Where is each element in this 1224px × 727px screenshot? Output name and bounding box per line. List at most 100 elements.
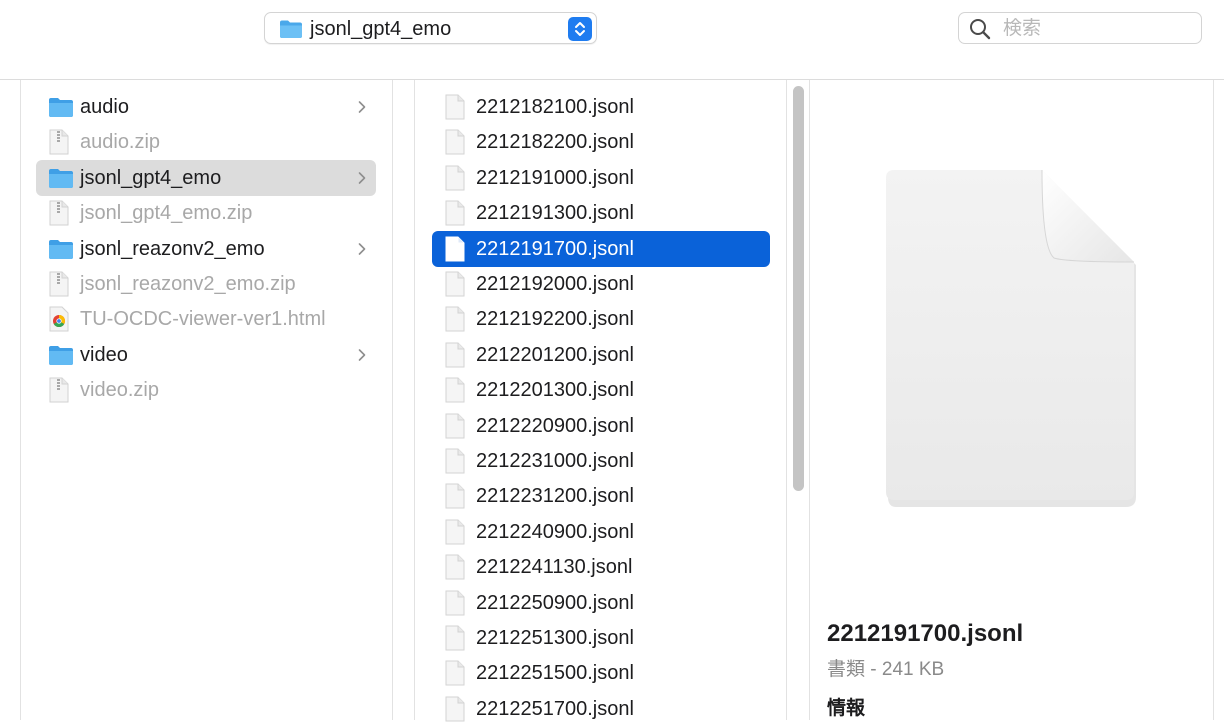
item-name: 2212231200.jsonl [476, 485, 634, 508]
folder-row[interactable]: jsonl_gpt4_emo [36, 159, 376, 196]
preview-kind-size: 書類 - 241 KB [827, 659, 945, 680]
item-name: jsonl_gpt4_emo.zip [80, 202, 253, 225]
file-row[interactable]: 2212251300.jsonl [432, 620, 770, 656]
document-icon [444, 377, 466, 408]
item-name: video [80, 343, 128, 366]
folder-icon [48, 96, 74, 123]
document-icon [444, 200, 466, 231]
item-name: jsonl_gpt4_emo [80, 166, 222, 189]
item-name: TU-OCDC-viewer-ver1.html [80, 308, 326, 331]
file-row[interactable]: 2212192000.jsonl [432, 266, 770, 302]
document-icon [444, 625, 466, 656]
file-row[interactable]: 2212201200.jsonl [432, 337, 770, 373]
item-name: jsonl_reazonv2_emo [80, 237, 265, 260]
file-row[interactable]: 2212251500.jsonl [432, 655, 770, 691]
file-row[interactable]: TU-OCDC-viewer-ver1.html [36, 301, 376, 337]
chevron-right-icon [358, 241, 366, 257]
search-input[interactable] [1001, 17, 1195, 41]
file-row[interactable]: 2212182200.jsonl [432, 124, 770, 160]
file-row[interactable]: 2212201300.jsonl [432, 372, 770, 408]
file-row[interactable]: 2212220900.jsonl [432, 408, 770, 444]
document-icon [444, 94, 466, 125]
item-name: 2212182200.jsonl [476, 131, 634, 154]
file-row[interactable]: 2212192200.jsonl [432, 301, 770, 337]
folder-icon [48, 344, 74, 371]
file-row[interactable]: 2212182100.jsonl [432, 89, 770, 125]
folder-icon [48, 167, 74, 194]
preview-file-name: 2212191700.jsonl [827, 620, 1024, 647]
item-name: 2212192200.jsonl [476, 308, 634, 331]
document-icon [444, 306, 466, 337]
file-row-selected[interactable]: 2212191700.jsonl [432, 230, 770, 267]
search-icon [969, 18, 991, 45]
file-row[interactable]: 2212231000.jsonl [432, 443, 770, 479]
toolbar: jsonl_gpt4_emo [0, 0, 1224, 80]
document-icon [444, 448, 466, 479]
chevron-up-down-icon [568, 17, 592, 41]
folder-icon [279, 19, 303, 44]
chevron-right-icon [358, 99, 366, 115]
item-name: 2212201300.jsonl [476, 379, 634, 402]
file-row[interactable]: 2212251700.jsonl [432, 691, 770, 727]
chevron-right-icon [358, 170, 366, 186]
folder-row[interactable]: video [36, 337, 376, 373]
document-icon [444, 554, 466, 585]
file-row[interactable]: 2212241130.jsonl [432, 549, 770, 585]
path-popup-button[interactable]: jsonl_gpt4_emo [264, 12, 597, 44]
item-name: 2212182100.jsonl [476, 96, 634, 118]
item-name: audio.zip [80, 131, 161, 154]
zip-file-icon [48, 377, 70, 408]
item-name: audio [80, 96, 129, 118]
column-divider[interactable] [392, 80, 393, 720]
file-row[interactable]: 2212240900.jsonl [432, 514, 770, 550]
html-file-icon [48, 306, 70, 337]
document-icon [444, 590, 466, 621]
document-icon [444, 660, 466, 691]
file-row[interactable]: video.zip [36, 372, 376, 408]
parent-column: audio audio.zip jsonl_gpt4_emo jsonl_gpt4_e… [20, 80, 392, 720]
zip-file-icon [48, 200, 70, 231]
item-name: 2212191700.jsonl [476, 237, 634, 260]
zip-file-icon [48, 129, 70, 160]
item-name: 2212251700.jsonl [476, 697, 634, 720]
folder-row[interactable]: jsonl_reazonv2_emo [36, 231, 376, 267]
folder-icon [48, 238, 74, 265]
file-row[interactable]: 2212191300.jsonl [432, 195, 770, 231]
item-name: 2212191300.jsonl [476, 202, 634, 225]
path-label: jsonl_gpt4_emo [310, 18, 452, 40]
chevron-right-icon [358, 347, 366, 363]
document-icon [444, 271, 466, 302]
file-row[interactable]: jsonl_reazonv2_emo.zip [36, 266, 376, 302]
document-icon [444, 483, 466, 514]
search-field[interactable] [958, 12, 1202, 44]
item-name: video.zip [80, 379, 159, 402]
item-name: 2212191000.jsonl [476, 166, 634, 189]
document-icon [444, 413, 466, 444]
file-row[interactable]: 2212191000.jsonl [432, 160, 770, 196]
document-preview-icon [880, 164, 1142, 514]
document-icon [444, 129, 466, 160]
file-row[interactable]: 2212231200.jsonl [432, 478, 770, 514]
item-name: 2212201200.jsonl [476, 343, 634, 366]
item-name: 2212251300.jsonl [476, 627, 634, 649]
document-icon [444, 165, 466, 196]
file-row[interactable]: audio.zip [36, 124, 376, 160]
item-name: 2212250900.jsonl [476, 591, 634, 614]
column-divider[interactable] [786, 80, 787, 720]
item-name: 2212241130.jsonl [476, 556, 633, 579]
file-column-scrollbar[interactable] [791, 84, 805, 720]
zip-file-icon [48, 271, 70, 302]
item-name: 2212192000.jsonl [476, 273, 634, 295]
folder-row[interactable]: audio [36, 89, 376, 125]
scrollbar-thumb[interactable] [793, 86, 804, 491]
document-icon [444, 236, 466, 267]
item-name: 2212240900.jsonl [476, 520, 634, 543]
item-name: 2212231000.jsonl [476, 450, 634, 472]
preview-info-heading[interactable]: 情報 [827, 693, 865, 720]
file-row[interactable]: 2212250900.jsonl [432, 585, 770, 621]
item-name: 2212251500.jsonl [476, 662, 634, 685]
document-icon [444, 342, 466, 373]
file-column: 2212182100.jsonl 2212182200.jsonl 22121910… [414, 80, 786, 722]
file-row[interactable]: jsonl_gpt4_emo.zip [36, 195, 376, 231]
item-name: jsonl_reazonv2_emo.zip [80, 273, 296, 295]
